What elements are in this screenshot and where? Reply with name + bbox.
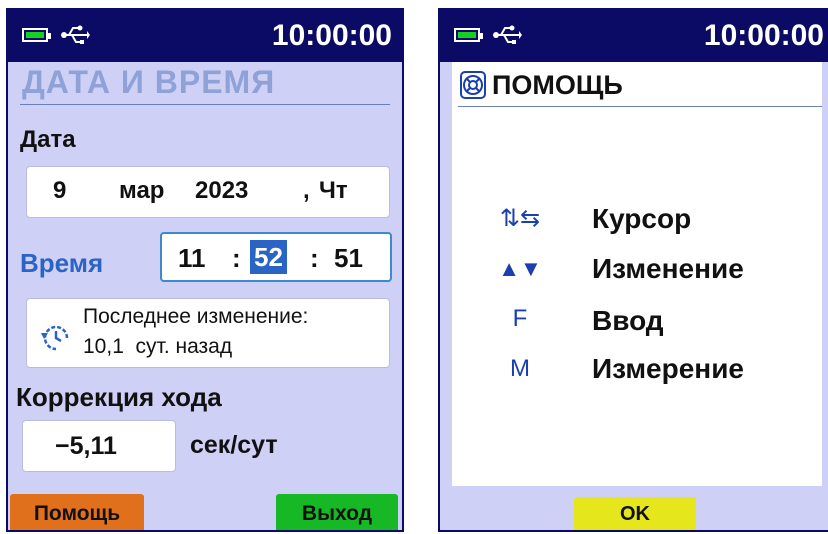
correction-unit: сек/сут [190,431,278,459]
help-title: ПОМОЩЬ [492,70,623,100]
page-title: ДАТА И ВРЕМЯ [22,64,276,100]
time-colon-2: : [310,243,319,273]
status-bar: 10:00:00 [8,10,402,62]
m-key-icon: M [510,355,530,382]
usb-icon [61,25,90,44]
usb-icon [493,25,522,44]
time-label: Время [20,248,104,278]
status-clock: 10:00:00 [271,19,392,52]
date-year[interactable]: 2023 [195,177,248,205]
time-hours[interactable]: 11 [178,243,206,274]
cursor-arrows-icon: ⇅⇆ [499,205,541,232]
ok-button[interactable]: OK [574,497,696,530]
time-field[interactable]: 11 : 52 : 51 [160,232,392,282]
time-seconds[interactable]: 51 [334,243,363,274]
help-button[interactable]: Помощь [10,494,144,530]
battery-icon [22,28,51,42]
f-key-icon: F [512,305,528,332]
help-row-measure: Измерение [592,353,745,384]
help-row-change: Изменение [592,253,744,284]
battery-icon [454,28,483,42]
exit-button[interactable]: Выход [276,494,398,530]
help-row-enter: Ввод [592,305,664,336]
date-field[interactable]: 9 мар 2023 , Чт [26,166,390,218]
correction-label: Коррекция хода [16,382,222,412]
time-minutes[interactable]: 52 [250,240,287,274]
correction-field[interactable]: −5,11 [22,420,176,472]
status-clock: 10:00:00 [703,19,824,52]
date-separator: , [303,177,310,204]
help-row-cursor: Курсор [592,203,692,234]
history-icon [41,325,69,351]
time-colon-1: : [232,243,241,273]
last-change-value: 10,1 сут. назад [83,335,233,358]
correction-value[interactable]: −5,11 [55,432,117,461]
up-down-triangles-icon: ▲▼ [498,256,542,281]
help-screen: 10:00:00 ПОМОЩЬ ⇅⇆ Курсор ▲▼ Изменение F… [438,8,828,532]
help-title-divider [458,106,822,107]
status-bar: 10:00:00 [440,10,828,62]
last-change-info: Последнее изменение: 10,1 сут. назад [26,298,390,368]
date-month[interactable]: мар [119,177,164,205]
date-weekday: Чт [319,177,348,204]
last-change-title: Последнее изменение: [83,305,309,328]
date-day[interactable]: 9 [53,177,66,205]
date-label: Дата [20,126,76,153]
date-time-screen: 10:00:00 ДАТА И ВРЕМЯ Дата 9 мар 2023 , … [6,8,404,532]
lifebuoy-icon [460,71,486,99]
title-divider [20,104,390,105]
